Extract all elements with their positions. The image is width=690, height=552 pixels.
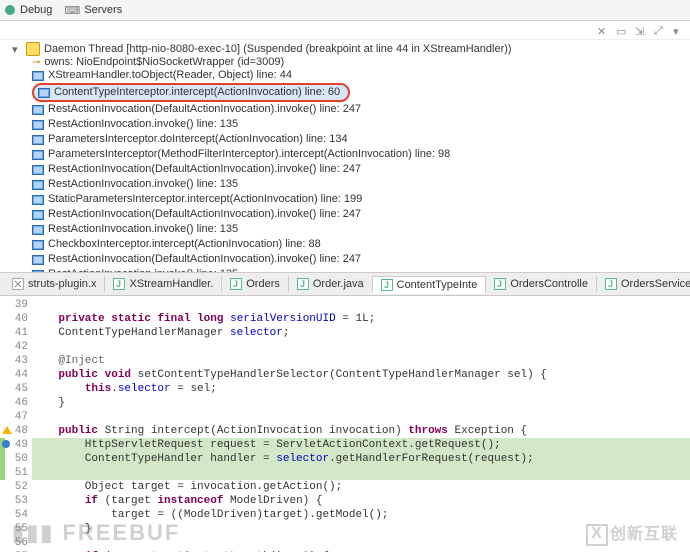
stack-frame-label: ParametersInterceptor(MethodFilterInterc… — [48, 147, 450, 162]
editor-tab-label: Order.java — [313, 278, 364, 290]
editor-tab[interactable]: J Orders — [222, 276, 289, 292]
java-file-icon: J — [230, 278, 242, 290]
code-area[interactable]: private static final long serialVersionU… — [32, 296, 690, 552]
stack-frame-icon — [32, 270, 44, 273]
java-file-icon: J — [381, 279, 393, 291]
svg-text:J: J — [300, 279, 305, 289]
thread-icon — [26, 42, 40, 56]
stack-frame-icon — [32, 71, 44, 81]
stack-frame-label: RestActionInvocation(DefaultActionInvoca… — [48, 162, 361, 177]
stack-frame-icon — [38, 88, 50, 98]
remove-terminated-icon[interactable]: ✕ — [597, 25, 608, 36]
debug-stack-pane: ▾ Daemon Thread [http-nio-8080-exec-10] … — [0, 40, 690, 272]
stack-frame[interactable]: CheckboxInterceptor.intercept(ActionInvo… — [32, 237, 690, 252]
stack-frame-label: CheckboxInterceptor.intercept(ActionInvo… — [48, 237, 321, 252]
line-gutter: 3940414243444546474849505152535455565758… — [0, 296, 32, 552]
stack-frame-label: XStreamHandler.toObject(Reader, Object) … — [48, 68, 292, 83]
debug-pane-toolbar: ✕ ▭ ⇲ ⤢ ▾ — [0, 21, 690, 40]
editor-tab-label: Orders — [246, 278, 280, 290]
thread-label: Daemon Thread [http-nio-8080-exec-10] (S… — [44, 43, 512, 55]
collapse-icon[interactable]: ⇲ — [635, 25, 646, 36]
stack-frame[interactable]: ContentTypeInterceptor.intercept(ActionI… — [32, 83, 690, 102]
stack-frame[interactable]: RestActionInvocation(DefaultActionInvoca… — [32, 102, 690, 117]
java-file-icon: J — [297, 278, 309, 290]
editor-tab[interactable]: J ContentTypeInte — [373, 276, 487, 294]
stack-frame-label: StaticParametersInterceptor.intercept(Ac… — [48, 192, 362, 207]
editor-tab-label: XStreamHandler. — [129, 278, 213, 290]
expand-icon[interactable]: ▾ — [12, 43, 22, 56]
editor-tab[interactable]: struts-plugin.x — [4, 276, 105, 292]
stack-frame-label: RestActionInvocation.invoke() line: 135 — [48, 222, 238, 237]
stack-frame-icon — [32, 225, 44, 235]
stack-frame-icon — [32, 135, 44, 145]
stack-frame-icon — [32, 120, 44, 130]
svg-text:J: J — [497, 279, 502, 289]
bug-icon — [4, 4, 16, 16]
stack-frame-label: RestActionInvocation(DefaultActionInvoca… — [48, 207, 361, 222]
java-file-icon: J — [113, 278, 125, 290]
stack-frame[interactable]: RestActionInvocation.invoke() line: 135 — [32, 177, 690, 192]
thread-row[interactable]: ▾ Daemon Thread [http-nio-8080-exec-10] … — [12, 42, 690, 56]
stack-frame[interactable]: RestActionInvocation.invoke() line: 135 — [32, 222, 690, 237]
stack-frame-label: ContentTypeInterceptor.intercept(ActionI… — [54, 85, 340, 100]
stack-frame-icon — [32, 165, 44, 175]
menu-icon[interactable]: ▾ — [673, 25, 684, 36]
svg-text:J: J — [608, 279, 613, 289]
stack-frame-icon — [32, 240, 44, 250]
editor-tab[interactable]: J OrdersService.j — [597, 276, 690, 292]
view-tabs: Debug ⌨ Servers — [0, 0, 690, 21]
editor-tab-bar: struts-plugin.xJXStreamHandler.JOrdersJO… — [0, 272, 690, 296]
svg-text:J: J — [384, 280, 389, 290]
stack-frame-icon — [32, 210, 44, 220]
editor-tab-label: struts-plugin.x — [28, 278, 96, 290]
layout-icon[interactable]: ▭ — [616, 25, 627, 36]
stack-frame-icon — [32, 105, 44, 115]
editor-tab-label: ContentTypeInte — [397, 279, 478, 291]
stack-frame-label: ParametersInterceptor.doIntercept(Action… — [48, 132, 348, 147]
stack-frame[interactable]: RestActionInvocation(DefaultActionInvoca… — [32, 162, 690, 177]
stack-frame-icon — [32, 150, 44, 160]
owns-label: owns: NioEndpoint$NioSocketWrapper (id=3… — [44, 56, 284, 68]
tab-debug[interactable]: Debug — [4, 4, 52, 16]
tab-label: Servers — [84, 4, 122, 16]
svg-text:J: J — [116, 279, 121, 289]
stack-frame[interactable]: XStreamHandler.toObject(Reader, Object) … — [32, 68, 690, 83]
stack-frame[interactable]: RestActionInvocation(DefaultActionInvoca… — [32, 207, 690, 222]
editor-tab[interactable]: J OrdersControlle — [486, 276, 597, 292]
stack-frame[interactable]: ParametersInterceptor(MethodFilterInterc… — [32, 147, 690, 162]
editor-tab-label: OrdersService.j — [621, 278, 690, 290]
stack-frame-icon — [32, 195, 44, 205]
svg-text:J: J — [233, 279, 238, 289]
editor-tab[interactable]: J XStreamHandler. — [105, 276, 222, 292]
xml-file-icon — [12, 278, 24, 290]
stack-frame-label: RestActionInvocation(DefaultActionInvoca… — [48, 252, 361, 267]
owns-row[interactable]: ⊸ owns: NioEndpoint$NioSocketWrapper (id… — [32, 56, 690, 68]
servers-icon: ⌨ — [64, 4, 80, 17]
key-icon: ⊸ — [32, 57, 40, 68]
stack-frame[interactable]: RestActionInvocation(DefaultActionInvoca… — [32, 252, 690, 267]
code-editor[interactable]: 3940414243444546474849505152535455565758… — [0, 296, 690, 552]
stack-frame[interactable]: ParametersInterceptor.doIntercept(Action… — [32, 132, 690, 147]
stack-frame-label: RestActionInvocation(DefaultActionInvoca… — [48, 102, 361, 117]
stack-frame[interactable]: RestActionInvocation.invoke() line: 135 — [32, 117, 690, 132]
stack-frame-label: RestActionInvocation.invoke() line: 135 — [48, 177, 238, 192]
editor-tab[interactable]: J Order.java — [289, 276, 373, 292]
editor-tab-label: OrdersControlle — [510, 278, 588, 290]
stack-frame-icon — [32, 180, 44, 190]
stack-frame[interactable]: StaticParametersInterceptor.intercept(Ac… — [32, 192, 690, 207]
stack-frame-label: RestActionInvocation.invoke() line: 135 — [48, 267, 238, 272]
java-file-icon: J — [605, 278, 617, 290]
java-file-icon: J — [494, 278, 506, 290]
stack-frame-icon — [32, 255, 44, 265]
stack-frame-label: RestActionInvocation.invoke() line: 135 — [48, 117, 238, 132]
tab-label: Debug — [20, 4, 52, 16]
tab-servers[interactable]: ⌨ Servers — [64, 4, 122, 17]
pin-icon[interactable]: ⤢ — [654, 25, 665, 36]
